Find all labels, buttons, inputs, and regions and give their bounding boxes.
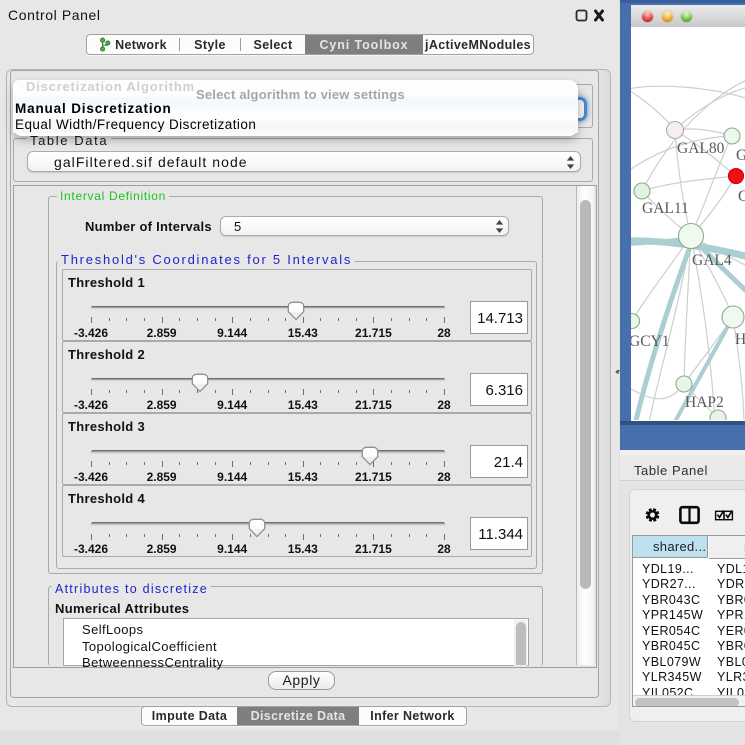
svg-text:C: C [738,188,745,205]
svg-text:GCY1: GCY1 [631,333,669,350]
svg-text:H: H [735,331,745,348]
svg-text:GAL11: GAL11 [642,200,689,217]
svg-text:HAP2: HAP2 [685,394,724,411]
svg-text:GA: GA [736,147,745,164]
svg-text:GAL4: GAL4 [692,252,732,269]
svg-text:GAL80: GAL80 [677,140,725,157]
